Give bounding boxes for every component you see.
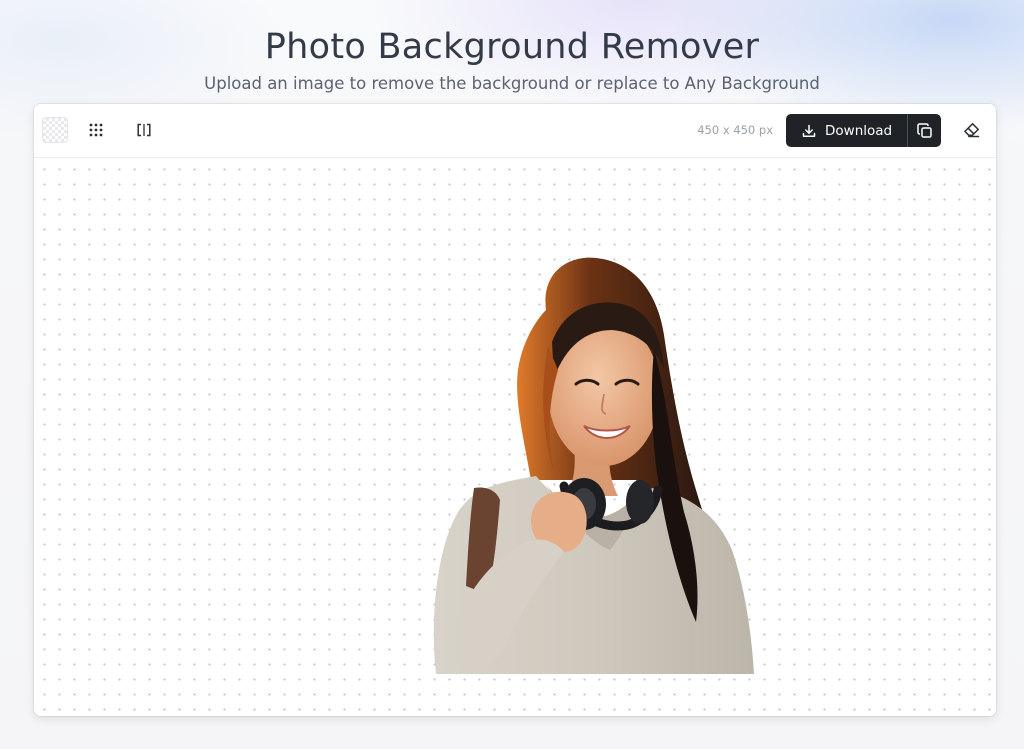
image-size-readout: 450 x 450 px: [697, 123, 773, 137]
page-title: Photo Background Remover: [264, 27, 760, 67]
download-label: Download: [825, 122, 893, 139]
transparent-background-button[interactable]: [42, 117, 68, 143]
eraser-icon: [963, 123, 979, 138]
copy-icon: [916, 122, 932, 138]
eraser-button[interactable]: [958, 117, 984, 143]
grid-dots-icon: [89, 123, 103, 137]
download-icon: [802, 124, 816, 138]
copy-button[interactable]: [907, 114, 941, 147]
image-canvas[interactable]: [34, 158, 996, 716]
cutout-portrait: [433, 257, 754, 674]
toolbar: 450 x 450 px Download: [34, 104, 996, 158]
compare-button[interactable]: [130, 116, 158, 144]
editor-card: 450 x 450 px Download: [34, 104, 996, 716]
dot-grid-button[interactable]: [82, 116, 110, 144]
download-group: Download: [786, 114, 942, 147]
download-button[interactable]: Download: [786, 114, 907, 147]
page-subtitle: Upload an image to remove the background…: [204, 74, 820, 93]
compare-brackets-icon: [137, 123, 151, 137]
